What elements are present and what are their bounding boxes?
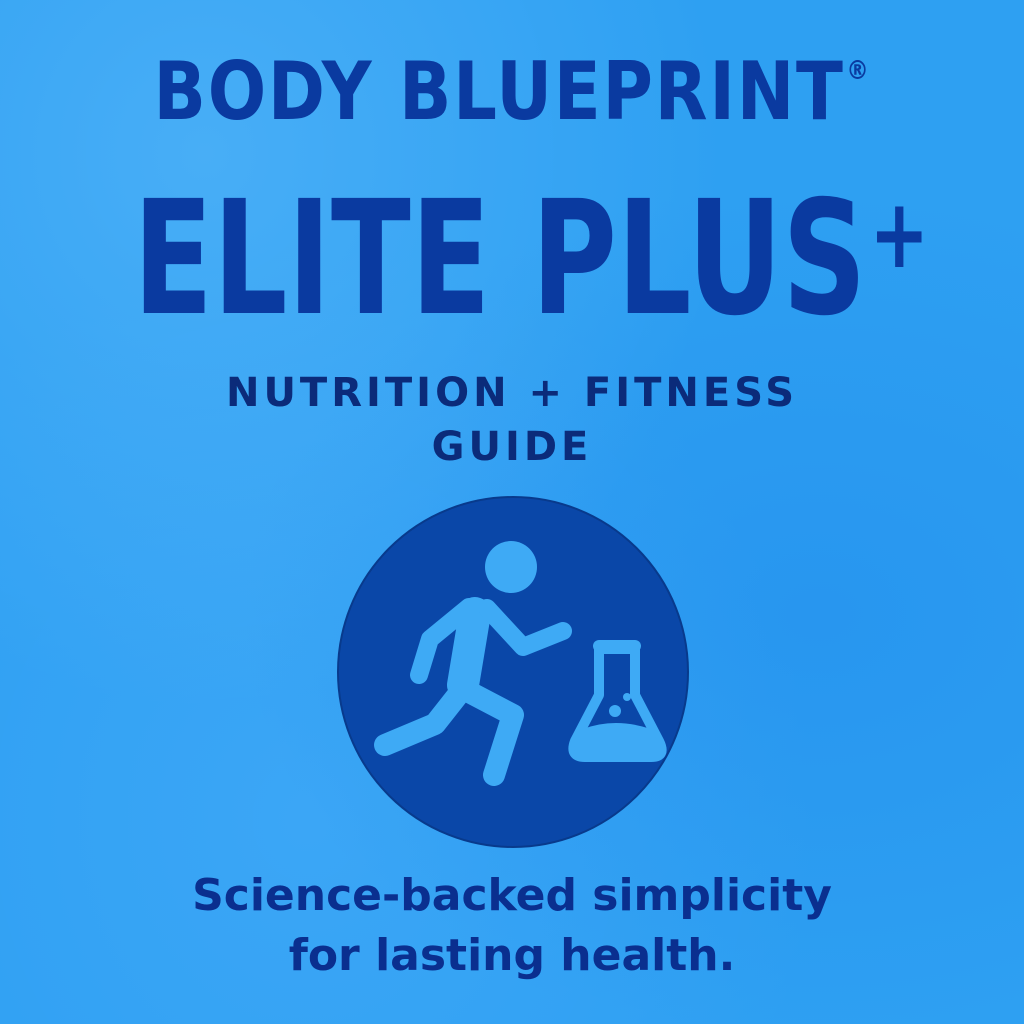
product-name: ELITE PLUS [133, 167, 867, 351]
emblem [337, 496, 689, 848]
subtitle-line-2: GUIDE [431, 424, 593, 470]
brand-title: BODY BLUEPRINT® [72, 52, 953, 132]
subtitle: NUTRITION + FITNESS GUIDE [160, 366, 864, 474]
subtitle-line-1: NUTRITION + FITNESS [225, 370, 799, 416]
product-title: ELITE PLUS+ [133, 180, 929, 338]
registered-mark: ® [846, 56, 871, 86]
cover-page: BODY BLUEPRINT® ELITE PLUS+ NUTRITION + … [0, 0, 1024, 1024]
tagline-line-2: for lasting health. [288, 930, 736, 981]
tagline-line-1: Science-backed simplicity [192, 870, 832, 921]
tagline: Science-backed simplicity for lasting he… [112, 866, 912, 986]
brand-name: BODY BLUEPRINT [153, 45, 845, 138]
product-plus-mark: + [869, 178, 929, 290]
